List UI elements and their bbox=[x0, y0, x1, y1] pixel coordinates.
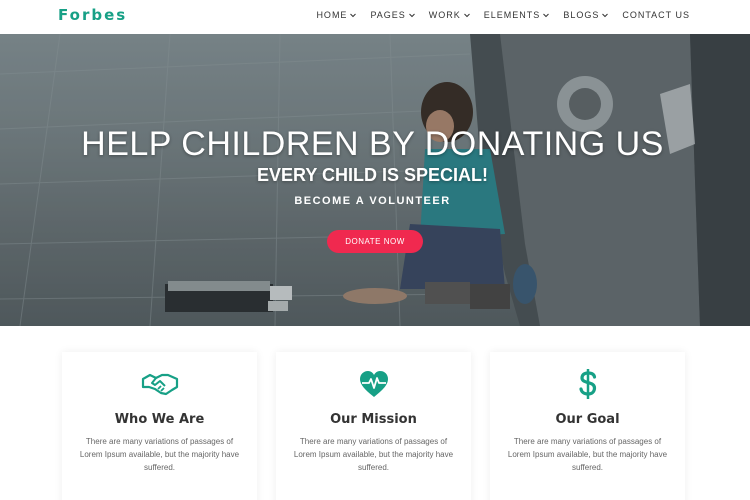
nav-item-contact-us[interactable]: CONTACT US bbox=[622, 10, 690, 20]
features-section: Who We Are There are many variations of … bbox=[0, 326, 750, 500]
feature-card-who-we-are: Who We Are There are many variations of … bbox=[62, 352, 257, 500]
hero-banner: HELP CHILDREN BY DONATING US EVERY CHILD… bbox=[0, 34, 750, 326]
nav-item-label: HOME bbox=[316, 10, 348, 20]
handshake-icon bbox=[62, 368, 257, 400]
nav-item-elements[interactable]: ELEMENTS bbox=[484, 10, 551, 20]
donate-now-button[interactable]: DONATE NOW bbox=[327, 230, 423, 253]
hero-tagline: BECOME A VOLUNTEER bbox=[294, 195, 451, 207]
nav-item-home[interactable]: HOME bbox=[316, 10, 357, 20]
nav-item-label: WORK bbox=[428, 10, 461, 20]
chevron-down-icon bbox=[542, 11, 550, 19]
feature-title: Our Mission bbox=[330, 412, 417, 427]
site-header: Forbes HOME PAGES WORK ELEMENTS BLOGS CO… bbox=[0, 0, 750, 34]
nav-item-label: CONTACT US bbox=[622, 10, 690, 20]
hero-subtitle: EVERY CHILD IS SPECIAL! bbox=[256, 165, 489, 185]
feature-card-our-goal: Our Goal There are many variations of pa… bbox=[490, 352, 685, 500]
hero-title: HELP CHILDREN BY DONATING US bbox=[81, 125, 664, 163]
nav-item-work[interactable]: WORK bbox=[429, 10, 471, 20]
feature-text: There are many variations of passages of… bbox=[507, 437, 668, 472]
feature-text: There are many variations of passages of… bbox=[79, 437, 240, 472]
site-logo[interactable]: Forbes bbox=[58, 6, 127, 24]
feature-text: There are many variations of passages of… bbox=[293, 437, 454, 472]
nav-item-label: PAGES bbox=[370, 10, 406, 20]
nav-item-blogs[interactable]: BLOGS bbox=[563, 10, 609, 20]
feature-title: Our Goal bbox=[555, 412, 620, 427]
nav-item-pages[interactable]: PAGES bbox=[370, 10, 415, 20]
chevron-down-icon bbox=[463, 11, 471, 19]
feature-card-our-mission: Our Mission There are many variations of… bbox=[276, 352, 471, 500]
chevron-down-icon bbox=[601, 11, 609, 19]
chevron-down-icon bbox=[349, 11, 357, 19]
feature-title: Who We Are bbox=[114, 412, 205, 427]
heartbeat-icon bbox=[276, 368, 471, 400]
dollar-icon bbox=[490, 368, 685, 400]
nav-item-label: ELEMENTS bbox=[483, 10, 541, 20]
main-nav: HOME PAGES WORK ELEMENTS BLOGS CONTACT U… bbox=[303, 10, 690, 20]
nav-item-label: BLOGS bbox=[563, 10, 600, 20]
chevron-down-icon bbox=[408, 11, 416, 19]
